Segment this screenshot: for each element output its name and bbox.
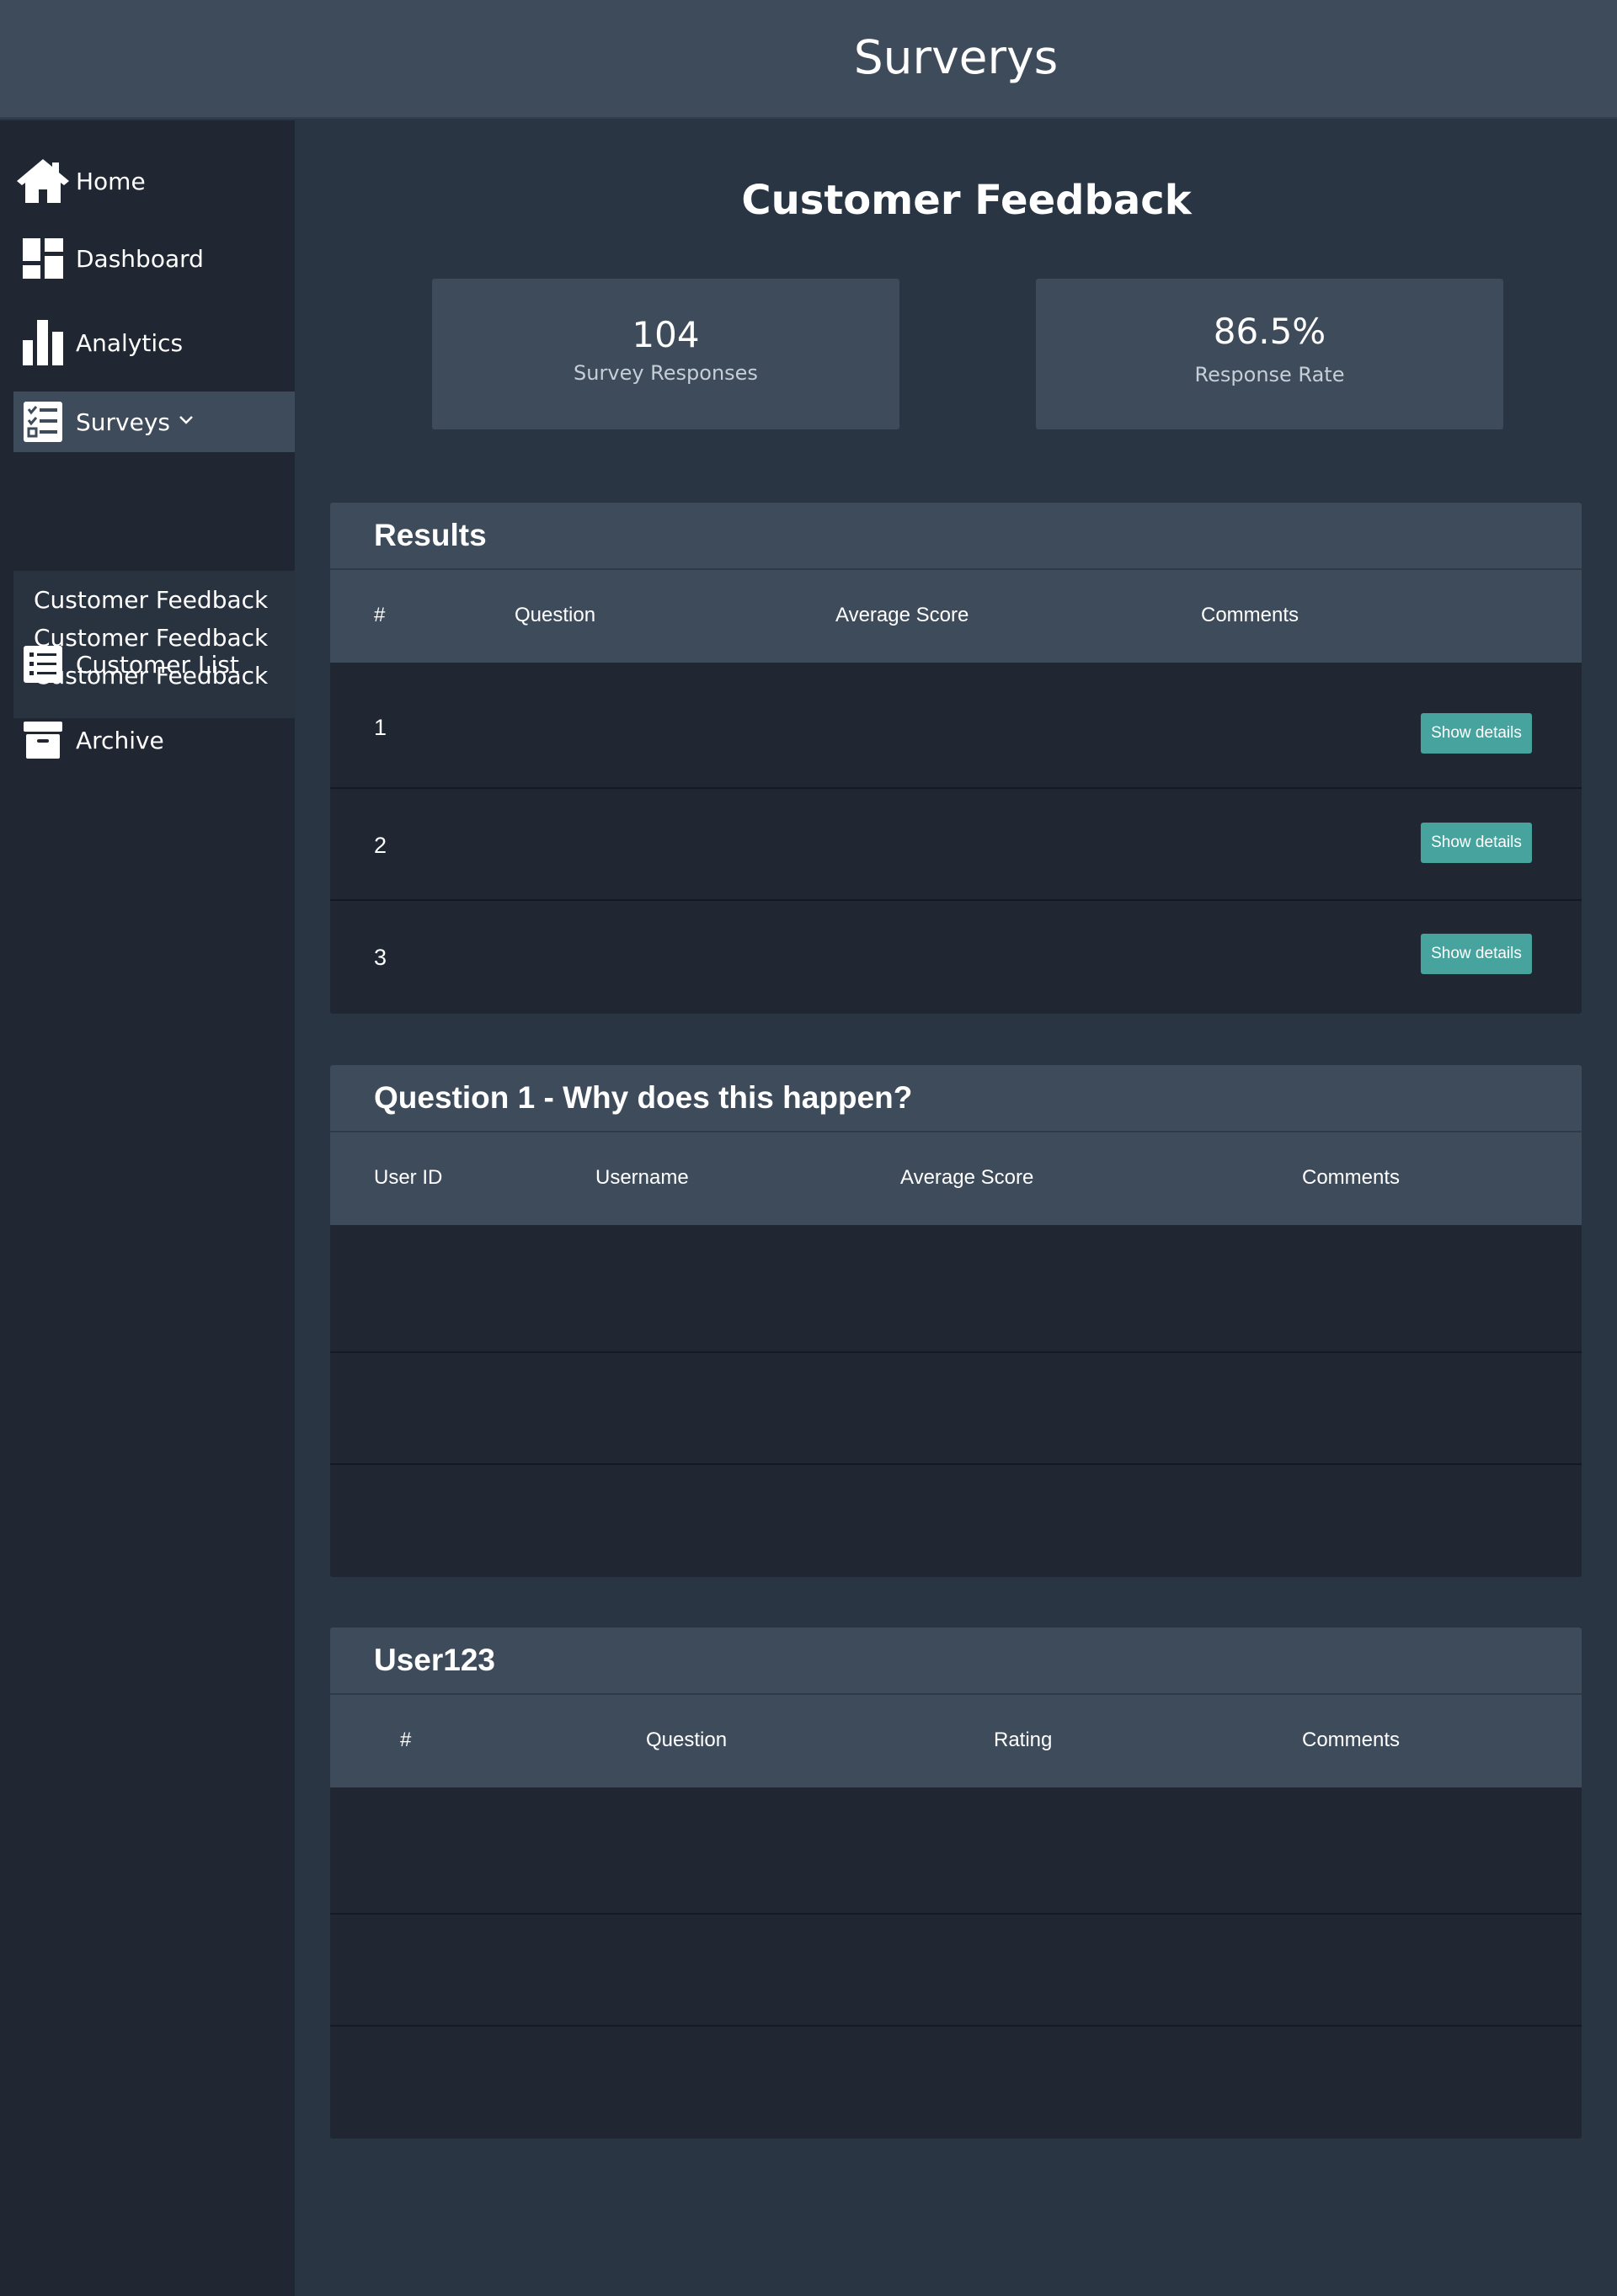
submenu-item-customer-feedback[interactable]: Customer Feedback	[34, 586, 268, 614]
question-panel: Question 1 - Why does this happen? User …	[330, 1065, 1582, 1577]
sidebar-item-label: Customer List	[76, 650, 239, 679]
column-header: Comments	[1302, 1166, 1401, 1189]
panel-title: Question 1 - Why does this happen?	[330, 1065, 1582, 1132]
table-row	[330, 1787, 1582, 1915]
sidebar-item-surveys[interactable]: Surveys	[13, 392, 295, 452]
panel-title: User123	[330, 1627, 1582, 1695]
table-row	[330, 1915, 1582, 2027]
table-header: # Question Rating Comments	[330, 1695, 1582, 1787]
results-panel: Results # Question Average Score Comment…	[330, 503, 1582, 1014]
stat-value: 86.5%	[1213, 311, 1326, 352]
table-row	[330, 2027, 1582, 2139]
table-row: 3 Show details	[330, 901, 1582, 1012]
page-title: Customer Feedback	[741, 177, 1192, 224]
app-title: Surverys	[853, 30, 1059, 84]
column-header: Username	[595, 1166, 689, 1189]
show-details-button[interactable]: Show details	[1421, 823, 1532, 863]
sidebar-item-label: Analytics	[76, 328, 184, 357]
column-header: Question	[515, 604, 596, 626]
table-header: User ID Username Average Score Comments	[330, 1132, 1582, 1225]
sidebar-item-dashboard[interactable]: Dashboard	[13, 228, 295, 289]
sidebar-item-label: Archive	[76, 726, 164, 754]
panel-title: Results	[330, 503, 1582, 570]
sidebar-item-analytics[interactable]: Analytics	[13, 312, 295, 373]
home-icon	[13, 151, 72, 211]
column-header: User ID	[374, 1166, 443, 1189]
sidebar-item-home[interactable]: Home	[13, 151, 295, 211]
stat-card-response-rate: 86.5% Response Rate	[1036, 279, 1503, 429]
sidebar-item-label: Home	[76, 167, 146, 195]
stat-label: Survey Responses	[574, 361, 758, 385]
show-details-button[interactable]: Show details	[1421, 934, 1532, 974]
table-row: 2 Show details	[330, 789, 1582, 901]
column-header: Rating	[994, 1729, 1053, 1751]
bar-chart-icon	[13, 312, 72, 373]
column-header: Question	[646, 1729, 728, 1751]
user-panel: User123 # Question Rating Comments	[330, 1627, 1582, 2139]
sidebar: Home Dashboard Analytics Surveys Custome…	[0, 120, 295, 2296]
sidebar-item-archive[interactable]: Archive	[13, 710, 295, 770]
table-header: # Question Average Score Comments	[330, 570, 1582, 663]
stat-value: 104	[632, 314, 700, 355]
column-header: Comments	[1302, 1729, 1401, 1751]
sidebar-item-label: Surveys	[76, 408, 170, 436]
dashboard-icon	[13, 228, 72, 289]
sidebar-item-label: Dashboard	[76, 244, 204, 273]
column-header: #	[400, 1729, 412, 1751]
row-number: 2	[374, 833, 387, 858]
sidebar-item-customer-list[interactable]: Customer List	[13, 634, 295, 695]
stat-label: Response Rate	[1194, 363, 1345, 386]
show-details-button[interactable]: Show details	[1421, 713, 1532, 754]
top-bar: Surverys	[0, 0, 1617, 119]
column-header: #	[374, 604, 386, 626]
column-header: Average Score	[900, 1166, 1034, 1189]
table-row	[330, 1353, 1582, 1465]
stat-card-survey-responses: 104 Survey Responses	[432, 279, 899, 429]
archive-icon	[13, 710, 72, 770]
table-row	[330, 1225, 1582, 1353]
chevron-down-icon	[179, 414, 194, 429]
checklist-icon	[13, 392, 72, 452]
row-number: 3	[374, 945, 387, 970]
row-number: 1	[374, 715, 387, 740]
table-row: 1 Show details	[330, 663, 1582, 789]
list-icon	[13, 634, 72, 695]
table-row	[330, 1465, 1582, 1577]
column-header: Comments	[1201, 604, 1299, 626]
column-header: Average Score	[835, 604, 969, 626]
